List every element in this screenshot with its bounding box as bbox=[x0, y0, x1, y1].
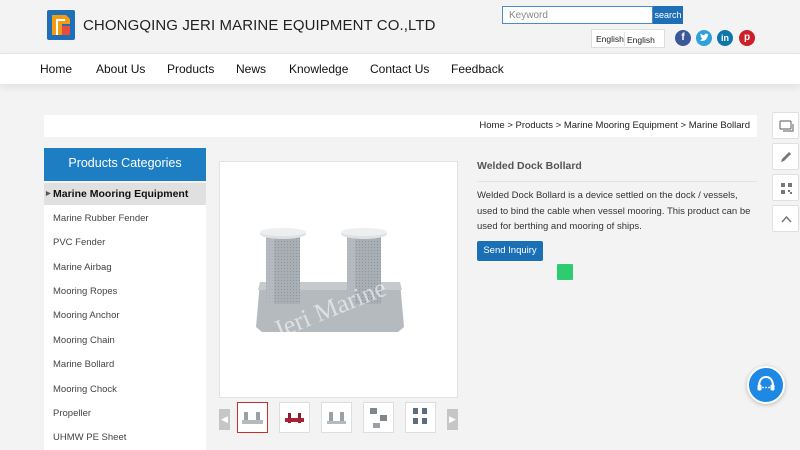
search-input[interactable] bbox=[502, 6, 653, 24]
main-navigation: Home About Us Products News Knowledge Co… bbox=[0, 53, 800, 84]
breadcrumb[interactable]: Home > Products > Marine Mooring Equipme… bbox=[479, 120, 750, 131]
side-tool-edit[interactable] bbox=[772, 143, 799, 170]
category-item-propeller[interactable]: Propeller bbox=[44, 403, 206, 425]
chat-bubbles-icon bbox=[779, 120, 794, 132]
nav-contact-us[interactable]: Contact Us bbox=[370, 62, 429, 76]
products-categories-heading: Products Categories bbox=[44, 148, 206, 181]
product-description: Welded Dock Bollard is a device settled … bbox=[477, 190, 751, 232]
title-divider bbox=[477, 181, 757, 182]
chevron-up-icon bbox=[781, 215, 792, 223]
category-item-marine-mooring-equipment[interactable]: ▶ Marine Mooring Equipment bbox=[44, 183, 206, 205]
language-selected[interactable]: English bbox=[627, 35, 655, 45]
category-item-marine-airbag[interactable]: Marine Airbag bbox=[44, 257, 206, 279]
search-button[interactable]: search bbox=[653, 6, 683, 24]
headset-icon bbox=[757, 375, 775, 391]
product-title: Welded Dock Bollard bbox=[477, 160, 582, 172]
thumbnail-prev-arrow[interactable]: ◀ bbox=[219, 409, 230, 430]
side-tool-qr[interactable] bbox=[772, 174, 799, 201]
qr-code-icon bbox=[781, 183, 792, 194]
nav-news[interactable]: News bbox=[236, 62, 266, 76]
nav-knowledge[interactable]: Knowledge bbox=[289, 62, 348, 76]
product-main-image[interactable]: Jeri Marine bbox=[219, 161, 458, 398]
caret-right-icon: ▶ bbox=[46, 191, 51, 197]
nav-products[interactable]: Products bbox=[167, 62, 214, 76]
category-label: Marine Mooring Equipment bbox=[53, 188, 189, 200]
nav-feedback[interactable]: Feedback bbox=[451, 62, 504, 76]
thumbnail-2[interactable] bbox=[279, 402, 310, 433]
nav-about-us[interactable]: About Us bbox=[96, 62, 145, 76]
thumbnail-1[interactable] bbox=[237, 402, 268, 433]
category-item-mooring-anchor[interactable]: Mooring Anchor bbox=[44, 305, 206, 327]
category-item-mooring-ropes[interactable]: Mooring Ropes bbox=[44, 281, 206, 303]
pencil-icon bbox=[781, 152, 791, 162]
language-selector[interactable]: English English bbox=[591, 29, 665, 48]
category-item-marine-bollard[interactable]: Marine Bollard bbox=[44, 354, 206, 376]
live-chat-button[interactable] bbox=[747, 366, 785, 404]
category-item-mooring-chock[interactable]: Mooring Chock bbox=[44, 379, 206, 401]
green-chat-badge[interactable] bbox=[557, 264, 573, 280]
category-list: ▶ Marine Mooring Equipment Marine Rubber… bbox=[44, 183, 206, 450]
side-tool-top[interactable] bbox=[772, 205, 799, 232]
language-label: English bbox=[596, 34, 624, 44]
company-name[interactable]: CHONGQING JERI MARINE EQUIPMENT CO.,LTD bbox=[83, 17, 436, 34]
category-item-marine-rubber-fender[interactable]: Marine Rubber Fender bbox=[44, 208, 206, 230]
side-tool-chat[interactable] bbox=[772, 112, 799, 139]
pinterest-icon[interactable]: p bbox=[739, 30, 755, 46]
facebook-icon[interactable]: f bbox=[675, 30, 691, 46]
bollard-illustration: Jeri Marine bbox=[256, 228, 404, 344]
thumbnail-5[interactable] bbox=[405, 402, 436, 433]
company-logo-icon[interactable] bbox=[47, 10, 75, 40]
twitter-icon[interactable] bbox=[696, 30, 712, 46]
thumbnail-3[interactable] bbox=[321, 402, 352, 433]
breadcrumb-bar: Home > Products > Marine Mooring Equipme… bbox=[44, 115, 757, 137]
linkedin-icon[interactable]: in bbox=[717, 30, 733, 46]
category-item-pvc-fender[interactable]: PVC Fender bbox=[44, 232, 206, 254]
nav-home[interactable]: Home bbox=[40, 62, 72, 76]
send-inquiry-button[interactable]: Send Inquiry bbox=[477, 241, 543, 261]
site-header: CHONGQING JERI MARINE EQUIPMENT CO.,LTD … bbox=[0, 0, 800, 53]
thumbnail-4[interactable] bbox=[363, 402, 394, 433]
language-divider bbox=[624, 32, 625, 46]
thumbnail-next-arrow[interactable]: ▶ bbox=[447, 409, 458, 430]
category-item-uhmw-pe-sheet[interactable]: UHMW PE Sheet bbox=[44, 427, 206, 449]
category-item-mooring-chain[interactable]: Mooring Chain bbox=[44, 330, 206, 352]
